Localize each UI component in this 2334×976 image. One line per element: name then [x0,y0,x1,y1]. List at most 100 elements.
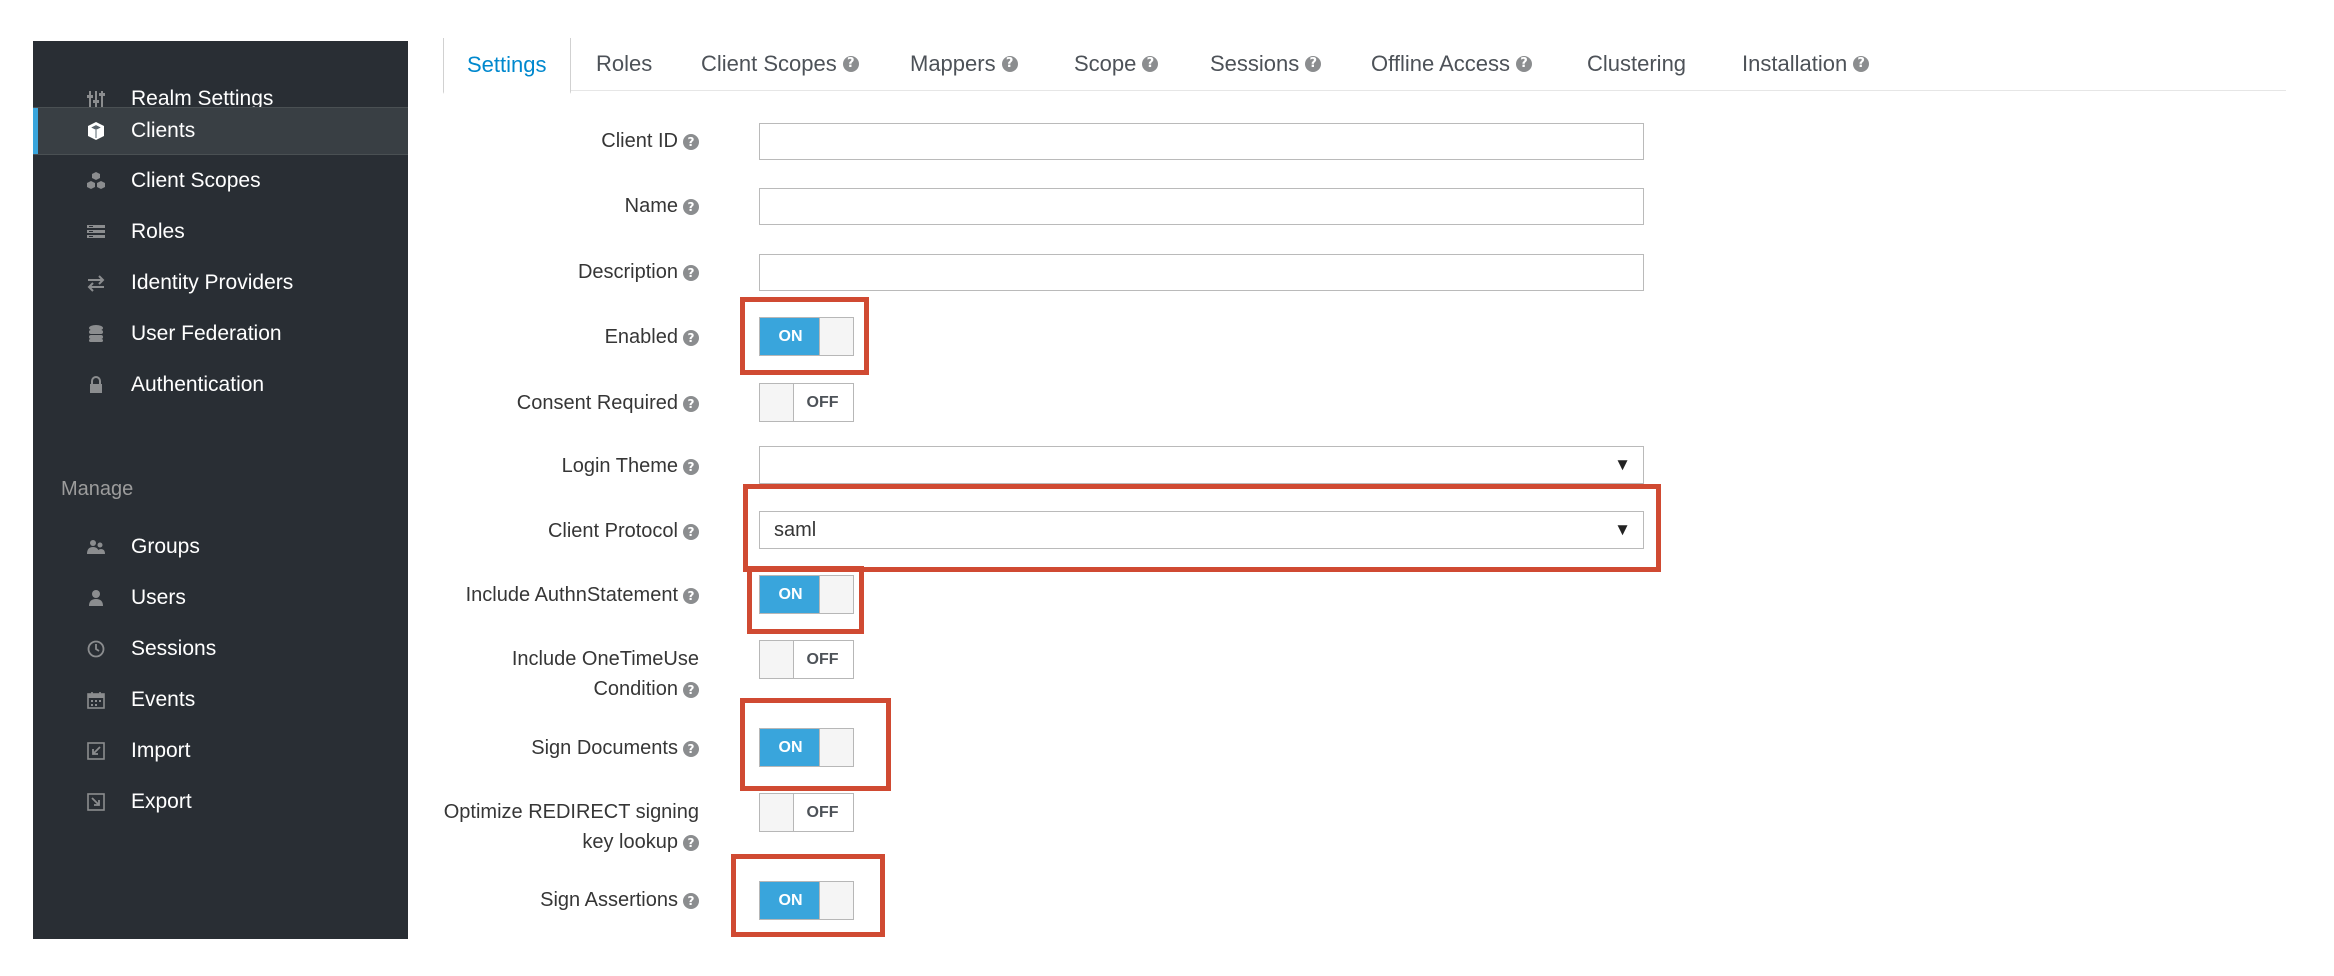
roles-icon [85,221,107,243]
description-label: Description? [578,257,699,287]
description-input[interactable] [759,254,1644,291]
tab-offline-access[interactable]: Offline Access? [1371,38,1532,90]
help-icon[interactable]: ? [683,458,699,475]
tab-label: Sessions [1210,51,1300,76]
tab-label: Roles [596,51,653,76]
client-id-label: Client ID? [601,126,699,156]
database-icon [85,323,107,345]
include-onetimeuse-toggle[interactable]: OFF [759,640,854,679]
toggle-state: OFF [806,803,839,821]
label-text: Include OneTimeUse [511,648,699,670]
cubes-icon [85,170,107,192]
sidebar-item-label: Authentication [131,373,265,396]
label-text: Optimize REDIRECT signing [443,801,699,823]
client-id-input[interactable] [759,123,1644,160]
sign-assertions-label: Sign Assertions? [540,885,699,915]
label-text: key lookup [582,831,678,853]
sidebar-item-client-scopes[interactable]: Client Scopes [33,158,408,204]
name-input[interactable] [759,188,1644,225]
help-icon[interactable]: ? [1516,56,1532,72]
tab-label: Scope [1074,51,1137,76]
optimize-redirect-toggle[interactable]: OFF [759,793,854,832]
sign-documents-label: Sign Documents? [531,733,699,763]
label-text: Include AuthnStatement [465,584,678,606]
label-text: Name [624,195,678,217]
clock-icon [85,638,107,660]
help-icon[interactable]: ? [1001,56,1018,72]
sidebar-item-clients[interactable]: Clients [33,107,408,155]
sidebar-item-roles[interactable]: Roles [33,209,408,255]
sidebar-item-label: Users [131,586,186,609]
tab-clustering[interactable]: Clustering [1587,38,1686,90]
name-label: Name? [625,191,699,221]
sidebar-item-users[interactable]: Users [33,575,408,621]
label-text: Client ID [601,130,678,152]
tab-installation[interactable]: Installation? [1742,38,1870,90]
sidebar-item-events[interactable]: Events [33,677,408,723]
sidebar-item-label: User Federation [131,322,282,345]
client-protocol-label: Client Protocol? [548,516,699,546]
include-onetimeuse-label: Include OneTimeUse Condition? [512,644,699,704]
label-text: Description [577,261,678,283]
help-icon[interactable]: ? [1305,56,1322,72]
help-icon[interactable]: ? [683,523,699,540]
tab-label: Installation [1742,51,1848,76]
tab-label: Settings [467,52,547,77]
toggle-knob [760,794,794,831]
help-icon[interactable]: ? [683,834,699,851]
login-theme-select[interactable]: ▼ [759,446,1644,484]
toggle-state: OFF [806,393,839,411]
tab-label: Clustering [1587,51,1687,76]
help-icon[interactable]: ? [1142,56,1159,72]
user-icon [85,587,107,609]
help-icon[interactable]: ? [683,395,699,412]
sidebar-item-export[interactable]: Export [33,779,408,825]
sidebar-item-import[interactable]: Import [33,728,408,774]
label-text: Enabled [604,326,678,348]
help-icon[interactable]: ? [683,329,699,346]
sidebar-item-groups[interactable]: Groups [33,524,408,570]
tab-mappers[interactable]: Mappers? [910,38,1018,90]
cube-icon [85,120,107,142]
consent-required-toggle[interactable]: OFF [759,383,854,422]
calendar-icon [85,689,107,711]
login-theme-label: Login Theme? [562,451,699,481]
help-icon[interactable]: ? [683,587,699,604]
sidebar: Realm Settings Clients Client Scopes Rol… [33,41,408,939]
highlight-box [740,297,869,375]
label-text: Client Protocol [547,520,678,542]
highlight-box [747,566,864,634]
sidebar-item-user-federation[interactable]: User Federation [33,311,408,357]
sidebar-item-label: Export [131,790,192,813]
tab-label: Client Scopes [701,51,837,76]
export-icon [85,791,107,813]
tab-sessions[interactable]: Sessions? [1210,38,1322,90]
sidebar-item-sessions[interactable]: Sessions [33,626,408,672]
help-icon[interactable]: ? [683,264,699,281]
tab-client-scopes[interactable]: Client Scopes? [701,38,859,90]
toggle-knob [760,384,794,421]
tab-bar: Settings Roles Client Scopes? Mappers? S… [443,38,2286,94]
exchange-icon [85,272,107,294]
lock-icon [85,374,107,396]
help-icon[interactable]: ? [683,133,699,150]
sidebar-item-label: Events [131,688,196,711]
sidebar-section-manage: Manage [61,478,134,500]
sidebar-item-authentication[interactable]: Authentication [33,362,408,408]
tab-scope[interactable]: Scope? [1074,38,1159,90]
highlight-box [731,854,885,937]
help-icon[interactable]: ? [683,892,699,909]
help-icon[interactable]: ? [842,56,859,72]
tab-roles[interactable]: Roles [596,38,652,90]
tab-settings[interactable]: Settings [443,38,571,94]
toggle-knob [760,641,794,678]
caret-down-icon: ▼ [1614,455,1631,474]
help-icon[interactable]: ? [1853,56,1870,72]
help-icon[interactable]: ? [683,198,699,215]
consent-required-label: Consent Required? [517,388,699,418]
sidebar-item-identity-providers[interactable]: Identity Providers [33,260,408,306]
help-icon[interactable]: ? [683,681,699,698]
optimize-redirect-label: Optimize REDIRECT signing key lookup? [444,797,699,857]
help-icon[interactable]: ? [683,740,699,757]
sidebar-item-label: Clients [131,119,196,142]
